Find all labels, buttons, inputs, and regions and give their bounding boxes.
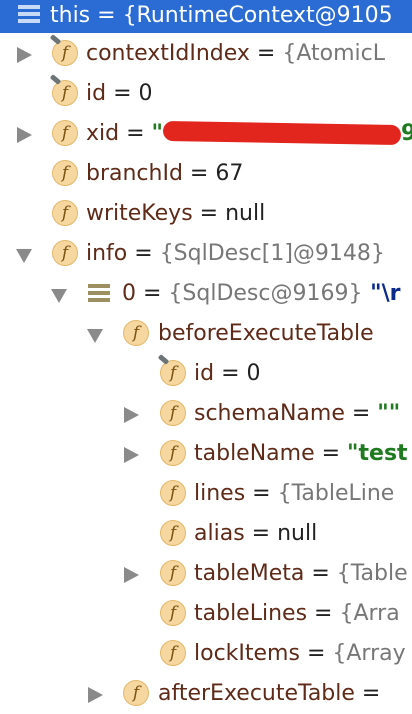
field-icon: f (160, 640, 186, 666)
field-name: contextIdIndex (86, 41, 250, 66)
field-name: tableLines (194, 601, 308, 626)
tree-row-after-execute-table[interactable]: f afterExecuteTable = (0, 674, 412, 714)
field-value: 67 (215, 161, 244, 186)
field-name: 0 (122, 281, 136, 306)
selected-variable-row[interactable]: this = {RuntimeContext@9105 (0, 0, 412, 33)
variable-label: this = {RuntimeContext@9105 (50, 3, 393, 28)
field-icon: f (123, 680, 149, 706)
field-name: tableMeta (194, 561, 305, 586)
field-value: {SqlDesc@9169} (168, 281, 363, 306)
field-icon: f (52, 240, 78, 266)
chevron-right-icon[interactable] (17, 127, 32, 143)
tree-row-table-meta[interactable]: f tableMeta = {Table (0, 554, 412, 594)
tree-row-table-lines[interactable]: f tableLines = {Arra (0, 594, 412, 634)
chevron-down-icon[interactable] (16, 249, 32, 263)
tree-row-before-execute-table[interactable]: f beforeExecuteTable (0, 314, 412, 354)
field-value: {Arra (339, 601, 400, 626)
tree-row-branch-id[interactable]: f branchId = 67 (0, 154, 412, 194)
field-value: "test (347, 441, 408, 466)
tree-row-info[interactable]: f info = {SqlDesc[1]@9148} (0, 234, 412, 274)
field-icon: f (52, 200, 78, 226)
field-name: lockItems (194, 641, 300, 666)
field-name: tableName (194, 441, 315, 466)
tree-row-write-keys[interactable]: f writeKeys = null (0, 194, 412, 234)
list-icon (88, 284, 110, 304)
chevron-right-icon[interactable] (124, 407, 139, 423)
field-name: afterExecuteTable (158, 681, 355, 706)
pin-icon (49, 74, 62, 85)
field-name: writeKeys (86, 201, 193, 226)
field-icon: f (160, 520, 186, 546)
field-icon: f (123, 320, 149, 346)
field-name: lines (194, 481, 246, 506)
field-name: beforeExecuteTable (158, 321, 374, 346)
field-name: id (194, 361, 215, 386)
field-icon: f (160, 400, 186, 426)
field-icon: f (49, 74, 78, 106)
tree-row-alias[interactable]: f alias = null (0, 514, 412, 554)
field-icon: f (157, 354, 186, 386)
tree-row-array-element-0[interactable]: 0 = {SqlDesc@9169} "\r (0, 274, 412, 314)
tree-row-lines[interactable]: f lines = {TableLine (0, 474, 412, 514)
pin-icon (157, 354, 170, 365)
field-name: alias (194, 521, 245, 546)
field-icon: f (160, 600, 186, 626)
tree-row-nested-id[interactable]: f id = 0 (0, 354, 412, 394)
field-value: {Array (332, 641, 406, 666)
field-name: xid (86, 121, 120, 146)
tree-row-context-id-index[interactable]: f contextIdIndex = {AtomicL (0, 34, 412, 74)
tree-row-lock-items[interactable]: f lockItems = {Array (0, 634, 412, 674)
field-value: "" (377, 401, 401, 426)
field-name: schemaName (194, 401, 345, 426)
chevron-right-icon[interactable] (124, 447, 139, 463)
tree-row-xid[interactable]: f xid = " 9 (0, 114, 412, 154)
list-icon (18, 5, 40, 25)
tree-row-schema-name[interactable]: f schemaName = "" (0, 394, 412, 434)
chevron-right-icon[interactable] (17, 47, 32, 63)
chevron-down-icon[interactable] (87, 329, 103, 343)
field-value: {AtomicL (282, 41, 386, 66)
field-value: 0 (138, 81, 153, 106)
field-name: id (86, 81, 107, 106)
chevron-down-icon[interactable] (51, 289, 67, 303)
field-value: {SqlDesc[1]@9148} (159, 241, 385, 266)
field-icon: f (49, 34, 78, 66)
field-icon: f (160, 480, 186, 506)
field-icon: f (160, 560, 186, 586)
field-value: {Table (336, 561, 408, 586)
field-value: {TableLine (277, 481, 395, 506)
field-value: 0 (246, 361, 261, 386)
tree-row-id[interactable]: f id = 0 (0, 74, 412, 114)
field-icon: f (52, 160, 78, 186)
field-value: null (225, 201, 266, 226)
field-name: branchId (86, 161, 183, 186)
chevron-right-icon[interactable] (88, 687, 103, 703)
pin-icon (49, 34, 62, 45)
chevron-right-icon[interactable] (124, 567, 139, 583)
tree-row-table-name[interactable]: f tableName = "test (0, 434, 412, 474)
redaction-mark (162, 120, 402, 146)
field-name: info (86, 241, 128, 266)
field-value: null (277, 521, 318, 546)
field-icon: f (52, 120, 78, 146)
field-icon: f (160, 440, 186, 466)
